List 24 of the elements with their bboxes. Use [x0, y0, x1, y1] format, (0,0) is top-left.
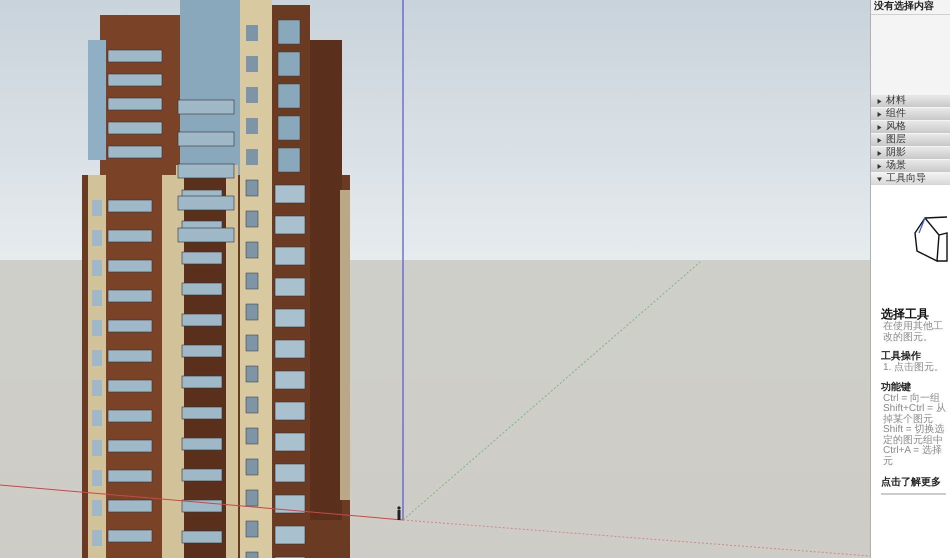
tray-header[interactable]: 工具向导 [871, 173, 950, 185]
caret-right-icon [877, 112, 882, 116]
model-viewport[interactable] [0, 0, 870, 558]
section-heading: 工具操作 [881, 351, 922, 362]
tray-header[interactable]: 场景 [871, 160, 950, 172]
tray-header[interactable]: 风格 [871, 121, 950, 133]
caret-right-icon [877, 150, 882, 156]
person-figure-icon [397, 506, 401, 520]
tray-header[interactable]: 图层 [871, 134, 950, 146]
section-text: Ctrl = 向一组 Shift+Ctrl = 从 掉某个图元 Shift = 切换选 定的图元组中 Ctrl+A = 选择 元 [883, 394, 947, 467]
section-heading: 功能键 [881, 382, 911, 392]
tool-description: 在使用其他工 改的图元。 [882, 321, 944, 343]
tray-header[interactable]: 阴影 [871, 147, 950, 159]
caret-right-icon [877, 164, 882, 168]
caret-right-icon [877, 138, 882, 142]
caret-down-icon [877, 176, 882, 182]
tool-title: 选择工具 [881, 307, 930, 321]
tray-header[interactable]: 组件 [871, 108, 950, 120]
caret-right-icon [877, 98, 882, 104]
panel-header: 没有选择内容 [871, 0, 950, 15]
caret-right-icon [877, 124, 882, 130]
tray-header[interactable]: 材料 [871, 95, 950, 107]
learn-more-link[interactable]: 点击了解更多 [881, 477, 950, 493]
section-text: 1. 点击图元。 [882, 363, 946, 374]
